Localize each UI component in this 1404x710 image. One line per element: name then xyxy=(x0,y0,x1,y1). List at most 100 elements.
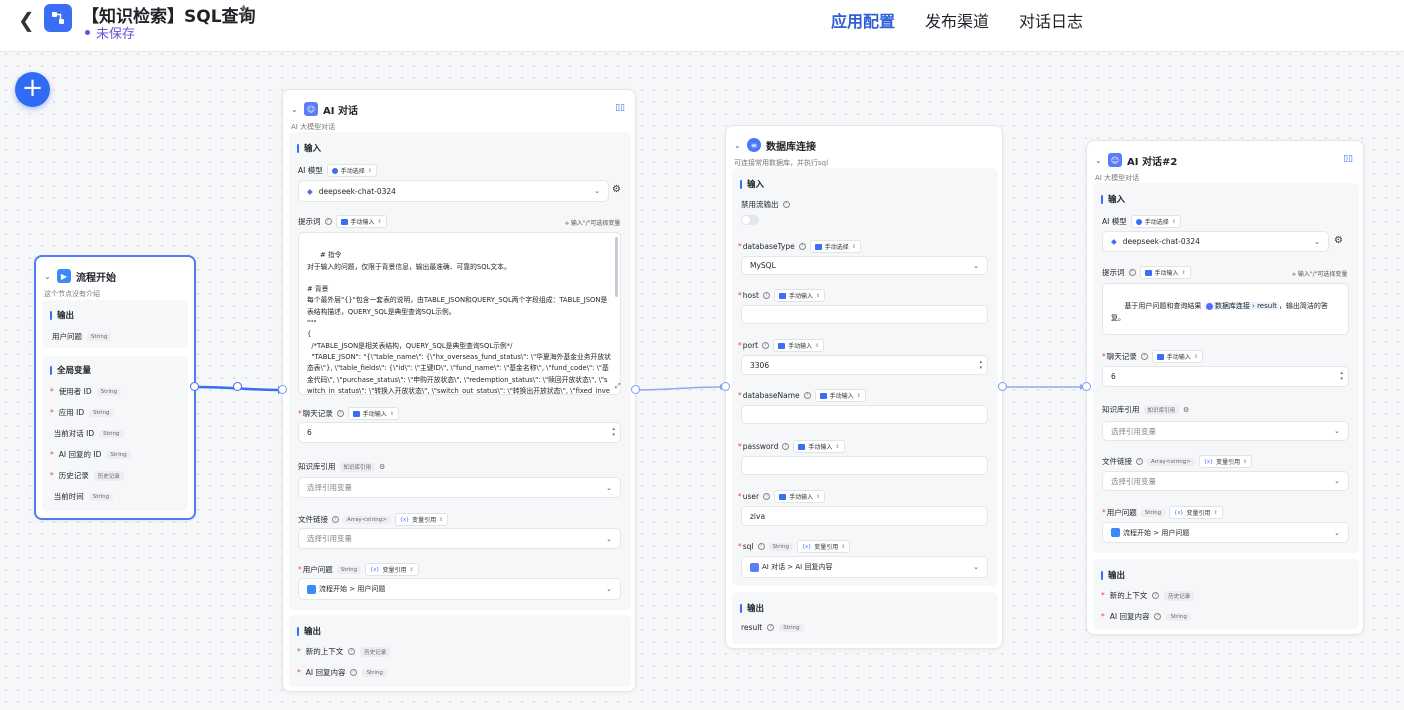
expand-editor-icon[interactable]: ⤢ xyxy=(615,382,621,391)
database-type-select[interactable]: MySQL ⌄ xyxy=(741,256,988,275)
global-vars-section: 全局变量 *使用者 IDString *应用 IDString *当前对话 ID… xyxy=(42,356,188,511)
history-count-input[interactable]: 6 ▴ ▾ xyxy=(298,422,621,443)
db-output-port[interactable] xyxy=(998,382,1007,391)
start-output-port[interactable] xyxy=(190,382,199,391)
mode-pill[interactable]: 手动选择 ⇕ xyxy=(809,240,861,253)
history-count-input[interactable]: 6 ▴ ▾ xyxy=(1102,366,1349,387)
collapse-chevron-icon[interactable]: ⌄ xyxy=(291,105,299,114)
mode-pill[interactable]: 手动输入 ⇕ xyxy=(774,490,826,503)
field-label: * port? 手动输入 ⇕ xyxy=(738,339,825,352)
mode-pill[interactable]: 手动输入 ⇕ xyxy=(773,339,825,352)
node-title: 流程开始 xyxy=(76,272,116,284)
field-label: * databaseName? 手动输入 ⇕ xyxy=(738,389,866,402)
prompt-scrollbar[interactable] xyxy=(615,237,618,297)
user-input[interactable]: ziva xyxy=(741,506,988,526)
global-var-row: * 应用 ID String xyxy=(50,407,114,418)
mode-pill[interactable]: 手动输入 ⇕ xyxy=(335,215,387,228)
stream-toggle[interactable] xyxy=(741,215,759,225)
mode-pill[interactable]: 手动输入 ⇕ xyxy=(814,389,866,402)
start-node-icon: ▶ xyxy=(57,269,71,283)
file-select[interactable]: 选择引用变量 ⌄ xyxy=(298,528,621,549)
start-node-icon xyxy=(307,584,316,594)
global-var-row: *当前对话 IDString xyxy=(50,428,124,439)
output-row: result? String xyxy=(741,623,804,632)
ai-output-section: 输出 * 新的上下文? 历史记录 * AI 回复内容? String xyxy=(289,615,631,687)
question-ref-select[interactable]: 流程开始 > 用户问题 ⌄ xyxy=(298,578,621,600)
db-input-port[interactable] xyxy=(721,382,730,391)
variable-chip[interactable]: 数据库连接 › result xyxy=(1203,302,1279,311)
edge-midpoint-handle[interactable] xyxy=(233,382,242,391)
help-icon: ? xyxy=(336,410,344,417)
port-input[interactable]: 3306 ▴ ▾ xyxy=(741,355,988,375)
kb-label: 知识库引用 知识库引用 ⚙ xyxy=(298,461,386,472)
number-stepper[interactable]: ▴ ▾ xyxy=(979,359,982,371)
node-subtitle: AI 大模型对话 xyxy=(1095,174,1140,182)
field-label: * databaseType? 手动选择 ⇕ xyxy=(738,240,861,253)
kb-select[interactable]: 选择引用变量 ⌄ xyxy=(1102,421,1349,441)
section-title: 输出 xyxy=(50,309,74,321)
sql-label: * sql? String {x} 变量引用 ⇕ xyxy=(738,540,851,553)
node-subtitle: 可连接常用数据库，并执行sql xyxy=(734,159,829,167)
mode-pill[interactable]: {x} 变量引用 ⇕ xyxy=(796,540,851,553)
section-title: 全局变量 xyxy=(50,364,91,376)
robot-icon: ☺ xyxy=(1108,153,1122,167)
collapse-chevron-icon[interactable]: ⌄ xyxy=(44,272,52,281)
mode-pill[interactable]: 手动输入 ⇕ xyxy=(773,289,826,302)
file-select[interactable]: 选择引用变量 ⌄ xyxy=(1102,471,1349,491)
start-node[interactable]: ⌄ ▶ 流程开始 这个节点没有介绍 输出 用户问题 String 全局变量 * 使用… xyxy=(34,255,196,520)
node-title: 数据库连接 xyxy=(766,141,816,153)
db-output-section: 输出 result? String xyxy=(732,592,998,644)
mode-pill[interactable]: {x} 变量引用 ⇕ xyxy=(394,513,449,526)
mode-pill[interactable]: 手动选择 ⇕ xyxy=(326,164,377,177)
kb-select[interactable]: 选择引用变量 ⌄ xyxy=(298,477,621,498)
docs-book-icon[interactable]: ▯▯ xyxy=(1343,154,1353,164)
mode-pill[interactable]: 手动输入 ⇕ xyxy=(1139,266,1191,279)
collapse-chevron-icon[interactable]: ⌄ xyxy=(734,141,742,150)
docs-book-icon[interactable]: ▯▯ xyxy=(615,103,625,113)
password-input[interactable] xyxy=(741,456,988,475)
file-label: 文件链接? Array<string> {x} 变量引用 ⇕ xyxy=(1102,455,1253,468)
collapse-chevron-icon[interactable]: ⌄ xyxy=(1095,156,1103,165)
output-row: 用户问题 String xyxy=(52,331,112,342)
section-title: 输出 xyxy=(297,625,321,637)
global-var-row: * AI 回复的 ID String xyxy=(50,449,131,460)
prompt-editor[interactable]: # 指令 对于输入的问题，仅限于背景信息，输出最准确、可靠的SQL文本。 # 背… xyxy=(298,232,621,395)
settings-gear-icon: ⚙ xyxy=(379,462,386,471)
question-ref-select[interactable]: 流程开始 > 用户问题 ⌄ xyxy=(1102,522,1349,543)
number-stepper[interactable]: ▴ ▾ xyxy=(612,426,615,438)
stream-label: 禁用流输出? xyxy=(741,199,790,210)
ai-input-port[interactable] xyxy=(278,385,287,394)
help-icon: ? xyxy=(332,516,339,523)
mode-pill[interactable]: 手动输入 ⇕ xyxy=(1151,350,1203,363)
model-select[interactable]: ◆ deepseek-chat-0324 ⌄ xyxy=(298,180,609,202)
host-input[interactable] xyxy=(741,305,988,324)
start-output-section: 输出 用户问题 String xyxy=(42,300,188,348)
sql-ref-select[interactable]: AI 对话 > AI 回复内容 ⌄ xyxy=(741,556,988,578)
mode-pill[interactable]: 手动选择 ⇕ xyxy=(1130,215,1181,228)
mode-pill[interactable]: 手动输入 ⇕ xyxy=(793,440,845,453)
ai-chat-node-2[interactable]: ⌄ ☺ AI 对话#2 ▯▯ AI 大模型对话 输入 AI 模型 手动选择 ⇕ ◆… xyxy=(1086,140,1364,635)
deepseek-whale-icon: ◆ xyxy=(1111,237,1117,246)
start-node-icon xyxy=(1111,528,1120,537)
ai2-input-port[interactable] xyxy=(1082,382,1091,391)
output-row: * AI 回复内容? String xyxy=(297,667,387,678)
database-node[interactable]: ⌄ ≡ 数据库连接 可连接常用数据库，并执行sql 输入 禁用流输出? * dat… xyxy=(725,125,1003,649)
mode-pill[interactable]: {x} 变量引用 ⇕ xyxy=(365,563,419,576)
prompt-editor[interactable]: 基于用户问题和查询结果 数据库连接 › result ，输出简洁的答复。 xyxy=(1102,283,1349,335)
output-row: * AI 回复内容? String xyxy=(1101,611,1191,622)
mode-pill[interactable]: {x} 变量引用 ⇕ xyxy=(1169,506,1223,519)
model-settings-gear-icon[interactable]: ⚙ xyxy=(612,184,621,195)
model-settings-gear-icon[interactable]: ⚙ xyxy=(1334,235,1343,246)
model-select[interactable]: ◆ deepseek-chat-0324 ⌄ xyxy=(1102,231,1329,252)
kb-label: 知识库引用 知识库引用 ⚙ xyxy=(1102,404,1190,415)
mode-pill[interactable]: 手动输入 ⇕ xyxy=(347,407,399,420)
field-label: * user? 手动输入 ⇕ xyxy=(738,490,826,503)
ai-chat-node[interactable]: ⌄ ☺ AI 对话 ▯▯ AI 大模型对话 输入 AI 模型 手动选择 ⇕ ◆ de… xyxy=(282,89,636,692)
ai-output-port[interactable] xyxy=(631,385,640,394)
database-name-input[interactable] xyxy=(741,405,988,424)
prompt-hint: ⟡ 输入"/"可选择变量 xyxy=(1292,271,1348,278)
section-title: 输出 xyxy=(740,602,764,614)
help-icon: ? xyxy=(324,218,332,225)
number-stepper[interactable]: ▴ ▾ xyxy=(1340,370,1343,382)
mode-pill[interactable]: {x} 变量引用 ⇕ xyxy=(1198,455,1253,468)
